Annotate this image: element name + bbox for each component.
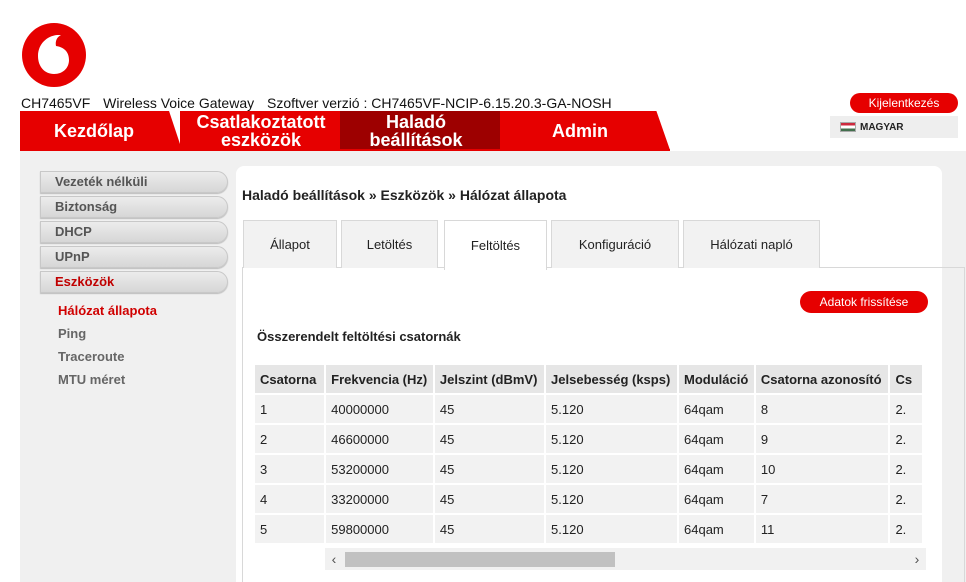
scroll-left-icon[interactable]: ‹ — [325, 548, 343, 570]
nav-tab-admin-label: Admin — [552, 120, 608, 141]
column-header: Jelsebesség (ksps) — [546, 365, 677, 393]
upstream-channels-table-container[interactable]: Csatorna Frekvencia (Hz) Jelszint (dBmV)… — [253, 363, 924, 543]
table-cell: 33200000 — [326, 485, 433, 513]
table-cell: 11 — [755, 515, 889, 543]
table-cell: 64qam — [679, 395, 754, 423]
nav-tab-home[interactable]: Kezdőlap — [20, 111, 182, 150]
breadcrumb: Haladó beállítások » Eszközök » Hálózat … — [242, 187, 567, 203]
logout-button[interactable]: Kijelentkezés — [850, 93, 958, 113]
sidebar-item-tools[interactable]: Eszközök — [40, 271, 228, 293]
sidebar-item-upnp[interactable]: UPnP — [40, 246, 228, 268]
table-row: 5 59800000 45 5.120 64qam 11 2. — [255, 515, 922, 543]
table-cell: 2 — [255, 425, 325, 453]
firmware-version: Szoftver verzió : CH7465VF-NCIP-6.15.20.… — [267, 95, 612, 111]
sidebar: Vezeték nélküli Biztonság DHCP UPnP Eszk… — [40, 171, 230, 391]
sidebar-subitem-mtu-size[interactable]: MTU méret — [40, 368, 230, 391]
table-cell: 4 — [255, 485, 325, 513]
table-cell: 2. — [890, 455, 922, 483]
table-cell: 64qam — [679, 425, 754, 453]
table-cell: 5.120 — [546, 515, 677, 543]
column-header: Frekvencia (Hz) — [326, 365, 433, 393]
table-cell: 45 — [434, 425, 545, 453]
table-header-row: Csatorna Frekvencia (Hz) Jelszint (dBmV)… — [255, 365, 922, 393]
language-label: MAGYAR — [860, 121, 904, 133]
nav-tab-home-label: Kezdőlap — [53, 120, 134, 141]
table-cell: 2. — [890, 425, 922, 453]
sidebar-item-security[interactable]: Biztonság — [40, 196, 228, 218]
column-header: Csatorna azonosító — [755, 365, 889, 393]
column-header: Csatorna — [255, 365, 325, 393]
table-row: 3 53200000 45 5.120 64qam 10 2. — [255, 455, 922, 483]
table-cell: 5.120 — [546, 425, 677, 453]
hungarian-flag-icon — [840, 122, 856, 132]
device-description: Wireless Voice Gateway — [103, 95, 255, 111]
nav-tab-devices-label: Csatlakoztatott eszközök — [196, 111, 326, 150]
table-cell: 10 — [755, 455, 889, 483]
column-header: Cs — [890, 365, 922, 393]
section-title: Összerendelt feltöltési csatornák — [257, 329, 461, 344]
table-cell: 46600000 — [326, 425, 433, 453]
nav-tab-admin[interactable]: Admin — [500, 111, 670, 150]
table-cell: 64qam — [679, 485, 754, 513]
vodafone-logo-icon — [22, 23, 86, 87]
column-header: Jelszint (dBmV) — [434, 365, 545, 393]
table-row: 1 40000000 45 5.120 64qam 8 2. — [255, 395, 922, 423]
table-cell: 64qam — [679, 515, 754, 543]
table-cell: 8 — [755, 395, 889, 423]
table-row: 4 33200000 45 5.120 64qam 7 2. — [255, 485, 922, 513]
language-selector[interactable]: MAGYAR — [830, 116, 958, 138]
refresh-data-button[interactable]: Adatok frissítése — [800, 291, 928, 313]
table-cell: 2. — [890, 485, 922, 513]
table-cell: 3 — [255, 455, 325, 483]
main-nav: Kezdőlap Csatlakoztatott eszközök Haladó… — [20, 111, 670, 150]
table-cell: 59800000 — [326, 515, 433, 543]
table-cell: 64qam — [679, 455, 754, 483]
tab-configuration[interactable]: Konfiguráció — [551, 220, 679, 268]
table-cell: 5.120 — [546, 455, 677, 483]
sidebar-subitem-ping[interactable]: Ping — [40, 322, 230, 345]
horizontal-scrollbar[interactable]: ‹ › — [325, 548, 926, 570]
table-row: 2 46600000 45 5.120 64qam 9 2. — [255, 425, 922, 453]
device-info: CH7465VF Wireless Voice Gateway Szoftver… — [21, 95, 621, 111]
page: CH7465VF Wireless Voice Gateway Szoftver… — [0, 0, 966, 582]
nav-tab-connected-devices[interactable]: Csatlakoztatott eszközök — [180, 111, 360, 150]
table-cell: 7 — [755, 485, 889, 513]
table-cell: 45 — [434, 515, 545, 543]
sidebar-subitem-traceroute[interactable]: Traceroute — [40, 345, 230, 368]
table-cell: 45 — [434, 455, 545, 483]
table-cell: 5.120 — [546, 395, 677, 423]
scrollbar-thumb[interactable] — [345, 552, 615, 567]
tab-network-log[interactable]: Hálózati napló — [683, 220, 820, 268]
upstream-channels-table: Csatorna Frekvencia (Hz) Jelszint (dBmV)… — [253, 363, 924, 543]
table-cell: 2. — [890, 395, 922, 423]
nav-tab-advanced-label: Haladó beállítások — [369, 111, 463, 150]
scroll-right-icon[interactable]: › — [908, 548, 926, 570]
sidebar-subitem-network-status[interactable]: Hálózat állapota — [40, 299, 230, 322]
sidebar-item-dhcp[interactable]: DHCP — [40, 221, 228, 243]
table-cell: 45 — [434, 485, 545, 513]
content-panel: Haladó beállítások » Eszközök » Hálózat … — [236, 166, 965, 582]
table-cell: 45 — [434, 395, 545, 423]
table-cell: 5.120 — [546, 485, 677, 513]
table-cell: 2. — [890, 515, 922, 543]
device-model: CH7465VF — [21, 95, 91, 111]
tab-status[interactable]: Állapot — [243, 220, 337, 268]
nav-tab-advanced-settings[interactable]: Haladó beállítások — [340, 111, 522, 150]
table-cell: 53200000 — [326, 455, 433, 483]
table-cell: 40000000 — [326, 395, 433, 423]
column-header: Moduláció — [679, 365, 754, 393]
table-cell: 5 — [255, 515, 325, 543]
table-cell: 9 — [755, 425, 889, 453]
sidebar-item-wireless[interactable]: Vezeték nélküli — [40, 171, 228, 193]
table-cell: 1 — [255, 395, 325, 423]
tab-upload[interactable]: Feltöltés — [444, 220, 547, 270]
tab-download[interactable]: Letöltés — [341, 220, 438, 268]
